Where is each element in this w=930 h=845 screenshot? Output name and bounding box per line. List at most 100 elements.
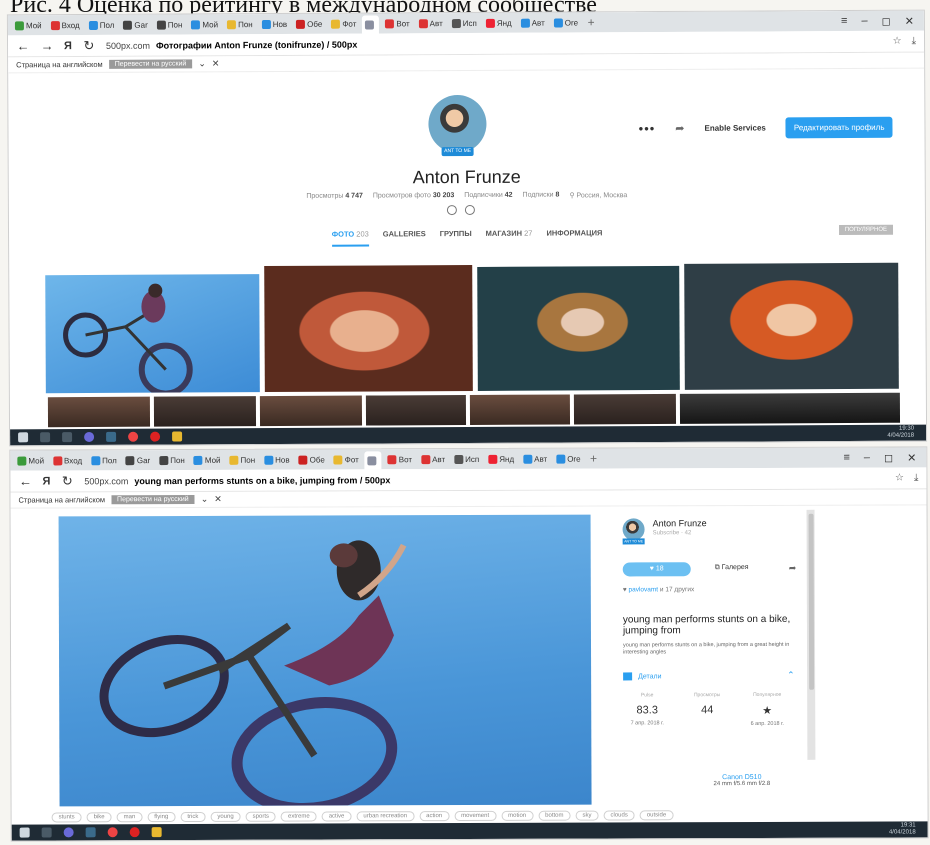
share-icon[interactable]: ➦	[789, 563, 797, 574]
browser-tab[interactable]: Пон	[156, 453, 188, 467]
photo-thumbnail[interactable]	[259, 395, 363, 427]
tag-chip[interactable]: trick	[180, 811, 206, 823]
photo-thumbnail[interactable]	[264, 264, 473, 393]
tab-photos[interactable]: ФОТО 203	[331, 229, 369, 247]
search-icon[interactable]	[40, 432, 51, 443]
stat-following[interactable]: Подписки 8	[523, 192, 560, 200]
app-icon[interactable]	[63, 827, 74, 838]
browser-tab[interactable]: Ore	[551, 15, 581, 29]
reload-icon[interactable]: ↻	[60, 473, 74, 489]
chevron-up-icon[interactable]: ⌃	[787, 670, 795, 681]
photo-thumbnail[interactable]	[477, 265, 680, 391]
browser-tab[interactable]: Авт	[518, 16, 548, 30]
tag-chip[interactable]: bike	[86, 812, 112, 823]
app-icon[interactable]	[106, 431, 117, 442]
minimize-icon[interactable]: –	[861, 14, 867, 27]
task-view-icon[interactable]	[62, 432, 73, 443]
instagram-icon[interactable]	[464, 204, 475, 216]
close-icon[interactable]: ✕	[214, 494, 222, 505]
details-toggle[interactable]: Детали	[623, 672, 662, 681]
scrollbar-thumb[interactable]	[808, 513, 815, 690]
bookmark-icon[interactable]: ☆	[895, 472, 904, 483]
tag-chip[interactable]: sky	[575, 810, 599, 821]
yandex-browser-icon[interactable]	[128, 431, 139, 442]
app-icon[interactable]	[85, 827, 96, 838]
liked-by-user-link[interactable]: pavlovamt	[628, 586, 658, 593]
subscribe-link[interactable]: Subscribe · 42	[653, 530, 692, 536]
photo-thumbnail[interactable]	[47, 396, 151, 428]
gallery-button[interactable]: ⧉ Галерея	[715, 564, 749, 572]
browser-tab[interactable]: Gar	[123, 453, 153, 467]
tag-chip[interactable]: bottom	[538, 810, 571, 821]
browser-tab[interactable]: Вот	[382, 16, 412, 30]
photo-thumbnail[interactable]	[469, 394, 571, 425]
author-name[interactable]: Anton Frunze	[653, 518, 707, 528]
stat-followers[interactable]: Подписчики 42	[464, 192, 512, 200]
browser-tab[interactable]: Вход	[50, 453, 85, 467]
tag-chip[interactable]: outside	[639, 810, 674, 821]
browser-tab[interactable]: Фот	[331, 452, 362, 466]
download-icon[interactable]: ⤓	[912, 36, 916, 47]
tab-info[interactable]: ИНФОРМАЦИЯ	[546, 228, 602, 245]
chevron-down-icon[interactable]: ⌄	[201, 494, 209, 505]
windows-start-icon[interactable]	[18, 432, 29, 443]
browser-tab[interactable]: Янд	[485, 452, 517, 466]
system-clock[interactable]: 19:30 4/04/2018	[887, 426, 926, 440]
bookmark-icon[interactable]: ☆	[893, 36, 902, 47]
address-bar[interactable]: ← Я ↻ 500px.com young man performs stunts…	[10, 467, 927, 493]
browser-tab[interactable]: Авт	[418, 452, 448, 466]
browser-tab[interactable]: Нов	[261, 453, 293, 467]
opera-icon[interactable]	[129, 827, 140, 838]
tag-chip[interactable]: stunts	[51, 812, 82, 823]
browser-tab[interactable]: Пон	[154, 17, 186, 31]
browser-tab[interactable]: Пол	[88, 453, 120, 467]
share-icon[interactable]: ➦	[675, 122, 684, 135]
forward-icon[interactable]: →	[40, 38, 54, 53]
browser-tab[interactable]: Мой	[188, 17, 221, 31]
tag-chip[interactable]: flying	[147, 812, 176, 823]
translate-button[interactable]: Перевести на русский	[108, 59, 193, 69]
photo-thumbnail[interactable]	[679, 392, 901, 424]
folder-icon[interactable]	[151, 827, 162, 838]
browser-tab[interactable]	[362, 15, 380, 34]
tag-chip[interactable]: young	[210, 811, 241, 822]
tag-chip[interactable]: urban recreation	[356, 811, 415, 822]
menu-icon[interactable]: ≡	[843, 451, 849, 464]
sort-dropdown[interactable]: ПОПУЛЯРНОЕ	[838, 224, 894, 236]
browser-tab[interactable]: Исп	[451, 452, 482, 466]
edit-profile-button[interactable]: Редактировать профиль	[785, 116, 893, 139]
chevron-down-icon[interactable]: ⌄	[198, 58, 206, 69]
browser-tab[interactable]: Обе	[293, 17, 325, 31]
browser-tab[interactable]: Нов	[259, 17, 291, 31]
close-icon[interactable]: ✕	[212, 58, 220, 69]
yandex-logo[interactable]: Я	[64, 40, 72, 52]
browser-tab[interactable]: Пол	[86, 18, 118, 32]
browser-tab[interactable]: Авт	[416, 16, 446, 30]
browser-tab[interactable]: Исп	[449, 16, 480, 30]
browser-tab[interactable]: Вход	[48, 18, 83, 32]
search-icon[interactable]	[41, 827, 52, 838]
back-icon[interactable]: ←	[18, 474, 32, 489]
close-window-icon[interactable]: ✕	[907, 451, 916, 464]
avatar[interactable]	[428, 94, 487, 154]
photo-thumbnail[interactable]	[684, 262, 899, 390]
minimize-icon[interactable]: –	[864, 451, 870, 464]
browser-tab[interactable]: Gar	[120, 18, 150, 32]
menu-icon[interactable]: ≡	[841, 15, 847, 28]
browser-tab[interactable]: Мой	[14, 453, 47, 467]
translate-button[interactable]: Перевести на русский	[111, 494, 195, 505]
maximize-icon[interactable]: ◻	[882, 14, 891, 27]
facebook-icon[interactable]	[446, 205, 457, 216]
folder-icon[interactable]	[172, 431, 183, 442]
close-window-icon[interactable]: ✕	[905, 14, 914, 27]
browser-tab[interactable]: Авт	[520, 452, 550, 466]
browser-tab[interactable]: Янд	[483, 16, 515, 30]
photo-thumbnail[interactable]	[45, 274, 260, 394]
browser-tab[interactable]: Фот	[328, 17, 359, 31]
yandex-logo[interactable]: Я	[42, 475, 50, 487]
browser-tab[interactable]: Мой	[12, 18, 45, 32]
browser-tab[interactable]: Вот	[385, 452, 415, 466]
windows-start-icon[interactable]	[19, 827, 30, 838]
download-icon[interactable]: ⤓	[914, 472, 918, 483]
photo-thumbnail[interactable]	[573, 393, 677, 425]
